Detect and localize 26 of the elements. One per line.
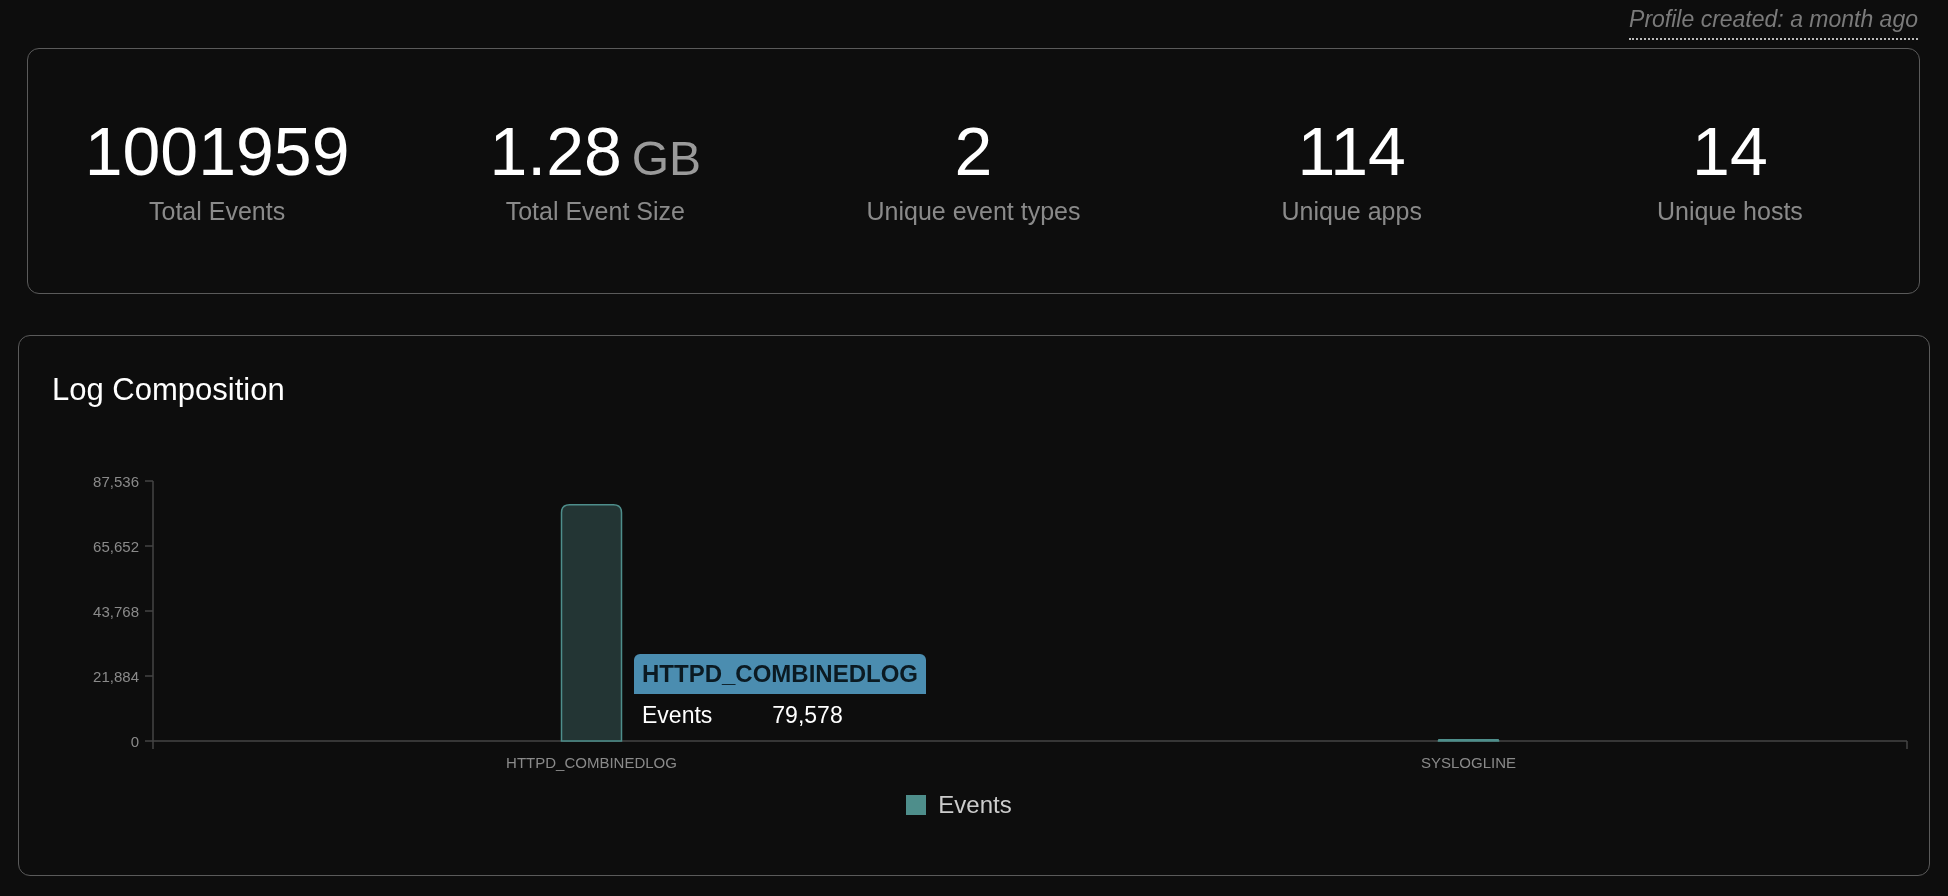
y-tick-label: 43,768	[93, 603, 139, 620]
y-tick-label: 21,884	[93, 668, 139, 685]
tooltip-title: HTTPD_COMBINEDLOG	[634, 654, 926, 694]
bar[interactable]	[560, 503, 623, 742]
stat-label: Unique hosts	[1656, 196, 1803, 226]
y-tick-label: 0	[130, 733, 139, 750]
y-tick-label: 87,536	[93, 473, 139, 490]
stat-value: 1001959	[84, 116, 350, 185]
x-tick-label: HTTPD_COMBINEDLOG	[506, 754, 677, 771]
bar[interactable]	[1437, 739, 1500, 742]
stat-label: Unique apps	[1281, 196, 1422, 226]
stat-value: 1.28 GB	[489, 116, 702, 185]
stat-value: 114	[1297, 116, 1406, 185]
tooltip-label: Events	[642, 702, 713, 729]
y-tick-label: 65,652	[93, 538, 139, 555]
stat-value: 2	[954, 116, 993, 185]
chart-title: Log Composition	[51, 371, 286, 409]
stat-label: Total Events	[149, 196, 286, 226]
stat-label: Unique event types	[866, 196, 1081, 226]
stat-label: Total Event Size	[505, 196, 685, 226]
profile-created-text: Profile created: a month ago	[1629, 6, 1918, 40]
legend-swatch	[906, 795, 927, 815]
tooltip-value: 79,578	[772, 702, 843, 729]
legend-label[interactable]: Events	[938, 791, 1012, 819]
x-tick-label: SYSLOGLINE	[1421, 754, 1516, 771]
stat-value: 14	[1692, 116, 1768, 185]
